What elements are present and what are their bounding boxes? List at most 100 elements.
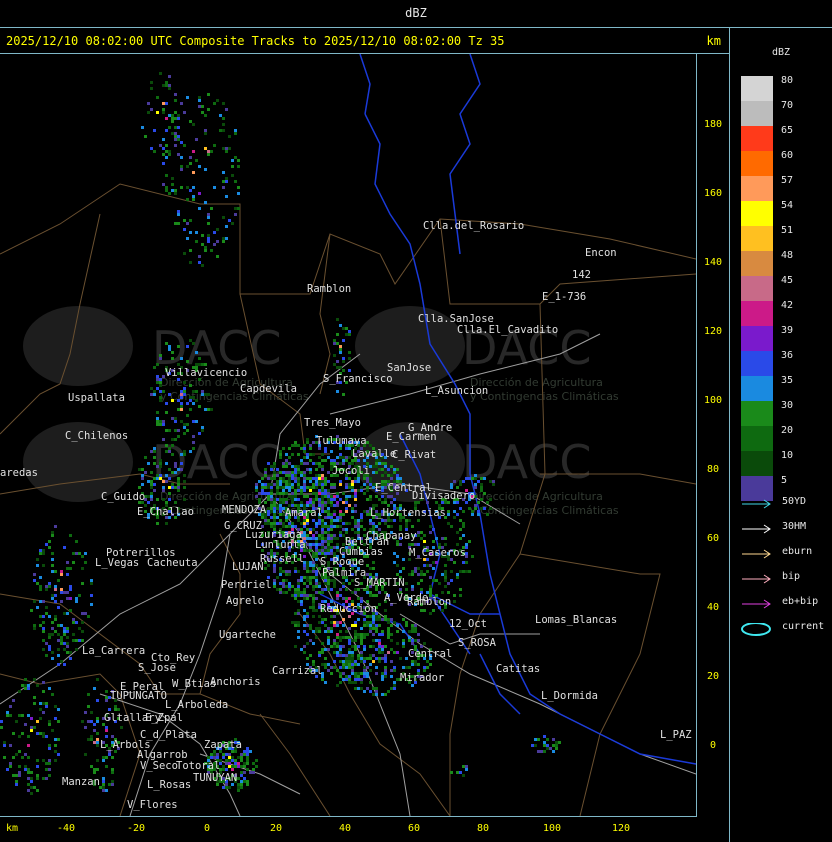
echo-pixel [399,657,402,660]
echo-pixel [261,516,264,519]
echo-pixel [165,186,168,189]
echo-pixel [162,102,165,105]
echo-pixel [24,765,27,768]
echo-pixel [201,363,204,366]
echo-pixel [390,639,393,642]
echo-pixel [225,177,228,180]
echo-pixel [351,483,354,486]
echo-pixel [309,543,312,546]
echo-pixel [291,477,294,480]
echo-pixel [177,483,180,486]
echo-pixel [468,507,471,510]
echo-pixel [318,456,321,459]
echo-pixel [447,522,450,525]
echo-pixel [366,486,369,489]
echo-pixel [192,396,195,399]
echo-pixel [273,579,276,582]
echo-pixel [417,582,420,585]
echo-pixel [162,498,165,501]
echo-pixel [297,624,300,627]
echo-pixel [396,564,399,567]
echo-pixel [369,522,372,525]
echo-pixel [387,618,390,621]
echo-pixel [192,195,195,198]
echo-pixel [276,576,279,579]
echo-pixel [156,375,159,378]
echo-pixel [153,390,156,393]
place-label: G_Andre [408,422,452,434]
echo-pixel [42,690,45,693]
echo-pixel [297,591,300,594]
echo-pixel [324,582,327,585]
echo-pixel [336,621,339,624]
echo-pixel [258,480,261,483]
echo-pixel [381,468,384,471]
echo-pixel [384,609,387,612]
echo-pixel [237,777,240,780]
dbz-swatch-label: 5 [781,475,788,486]
echo-pixel [339,636,342,639]
echo-pixel [153,150,156,153]
echo-pixel [315,552,318,555]
echo-pixel [312,594,315,597]
radar-map[interactable]: DACC DACC DACC DACC Dirección de Agricul… [0,54,697,817]
echo-pixel [60,591,63,594]
echo-pixel [174,144,177,147]
echo-pixel [285,585,288,588]
echo-pixel [306,453,309,456]
echo-pixel [294,594,297,597]
echo-pixel [336,390,339,393]
echo-pixel [228,762,231,765]
place-label: SanJose [387,362,431,374]
echo-pixel [342,339,345,342]
echo-pixel [186,165,189,168]
map-canvas[interactable]: DACC DACC DACC DACC Dirección de Agricul… [0,54,696,816]
y-tick-label: 0 [709,740,717,751]
echo-pixel [24,753,27,756]
echo-pixel [429,591,432,594]
echo-pixel [384,669,387,672]
echo-pixel [369,495,372,498]
echo-pixel [372,624,375,627]
echo-pixel [330,504,333,507]
echo-pixel [165,522,168,525]
echo-pixel [345,447,348,450]
echo-pixel [171,453,174,456]
echo-pixel [372,465,375,468]
echo-pixel [63,663,66,666]
echo-pixel [312,486,315,489]
echo-pixel [327,513,330,516]
echo-pixel [384,672,387,675]
echo-pixel [264,474,267,477]
echo-pixel [27,789,30,792]
echo-pixel [48,723,51,726]
echo-pixel [45,585,48,588]
echo-pixel [375,618,378,621]
echo-pixel [261,486,264,489]
echo-pixel [294,612,297,615]
echo-pixel [201,426,204,429]
echo-pixel [378,522,381,525]
echo-pixel [372,525,375,528]
echo-pixel [12,699,15,702]
echo-pixel [294,474,297,477]
echo-pixel [297,612,300,615]
echo-pixel [240,753,243,756]
echo-pixel [231,759,234,762]
dbz-swatch-label: 35 [781,375,794,386]
echo-pixel [423,534,426,537]
echo-pixel [396,630,399,633]
echo-pixel [318,483,321,486]
echo-pixel [45,735,48,738]
echo-pixel [69,651,72,654]
echo-pixel [339,534,342,537]
echo-pixel [288,480,291,483]
echo-pixel [345,459,348,462]
echo-pixel [141,126,144,129]
echo-pixel [420,531,423,534]
place-label: Chapanay [366,530,417,542]
echo-pixel [48,687,51,690]
place-label: Amaral [285,507,323,519]
echo-pixel [333,342,336,345]
echo-pixel [276,522,279,525]
